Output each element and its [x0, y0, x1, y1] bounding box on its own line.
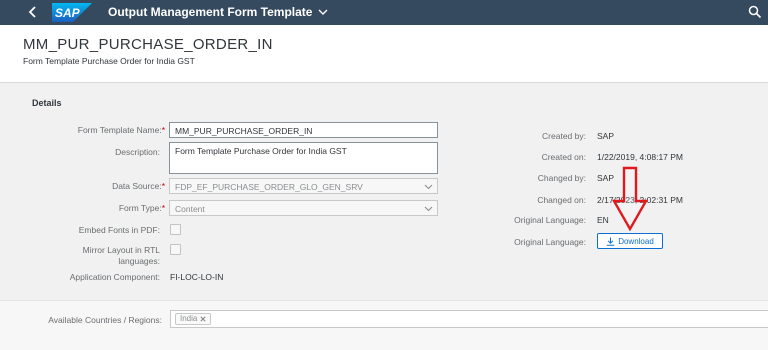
- download-button-label: Download: [618, 236, 654, 246]
- created-on-value: 1/22/2019, 4:08:17 PM: [597, 152, 684, 162]
- page-subtitle: Form Template Purchase Order for India G…: [23, 56, 195, 66]
- app-title: Output Management Form Template: [108, 5, 313, 19]
- description-label: Description:: [115, 147, 160, 157]
- object-header: MM_PUR_PURCHASE_ORDER_IN Form Template P…: [0, 25, 768, 83]
- app-title-menu[interactable]: Output Management Form Template: [108, 4, 328, 20]
- section-title-details: Details: [32, 98, 62, 108]
- countries-token-input[interactable]: [170, 310, 768, 328]
- chevron-down-icon: [424, 184, 433, 190]
- form-type-value: Content: [175, 204, 205, 214]
- mirror-layout-checkbox[interactable]: [170, 244, 181, 255]
- changed-by-value: SAP: [597, 173, 615, 183]
- original-language-value: EN: [597, 215, 609, 225]
- original-language-download-label: Original Language:: [514, 237, 586, 247]
- changed-by-label: Changed by:: [537, 173, 586, 183]
- changed-on-value: 2/17/2023, 2:02:31 PM: [597, 195, 684, 205]
- created-on-label: Created on:: [541, 152, 586, 162]
- search-icon[interactable]: [748, 5, 762, 19]
- shell-bar: SAP Output Management Form Template: [0, 0, 768, 25]
- form-type-label: Form Type:*: [118, 203, 165, 213]
- download-button[interactable]: Download: [597, 233, 663, 249]
- back-icon: [28, 6, 36, 18]
- created-by-value: SAP: [597, 131, 615, 141]
- chevron-down-icon: [424, 206, 433, 212]
- changed-on-label: Changed on:: [537, 195, 586, 205]
- form-type-select[interactable]: Content: [169, 200, 438, 216]
- country-token[interactable]: India: [175, 313, 212, 325]
- data-source-select[interactable]: FDP_EF_PURCHASE_ORDER_GLO_GEN_SRV: [169, 178, 438, 194]
- created-by-label: Created by:: [542, 131, 586, 141]
- chevron-down-icon: [318, 9, 328, 15]
- embed-fonts-checkbox[interactable]: [170, 224, 181, 235]
- application-component-value: FI-LOC-LO-IN: [170, 272, 224, 282]
- embed-fonts-label: Embed Fonts in PDF:: [78, 225, 160, 235]
- application-component-label: Application Component:: [69, 272, 160, 282]
- description-field[interactable]: Form Template Purchase Order for India G…: [169, 142, 438, 174]
- form-template-name-label: Form Template Name:*: [77, 125, 165, 135]
- back-button[interactable]: [24, 3, 42, 21]
- download-icon: [607, 237, 615, 246]
- close-icon[interactable]: [200, 316, 206, 322]
- svg-text:SAP: SAP: [55, 6, 81, 20]
- sap-logo[interactable]: SAP: [52, 3, 92, 22]
- country-token-label: India: [180, 314, 198, 323]
- data-source-label: Data Source:*: [112, 181, 165, 191]
- page-title: MM_PUR_PURCHASE_ORDER_IN: [23, 36, 273, 53]
- mirror-layout-label: Mirror Layout in RTL languages:: [82, 245, 160, 266]
- data-source-value: FDP_EF_PURCHASE_ORDER_GLO_GEN_SRV: [175, 182, 363, 192]
- original-language-label: Original Language:: [514, 215, 586, 225]
- countries-label: Available Countries / Regions:: [48, 315, 162, 325]
- form-template-name-field[interactable]: MM_PUR_PURCHASE_ORDER_IN: [169, 122, 438, 138]
